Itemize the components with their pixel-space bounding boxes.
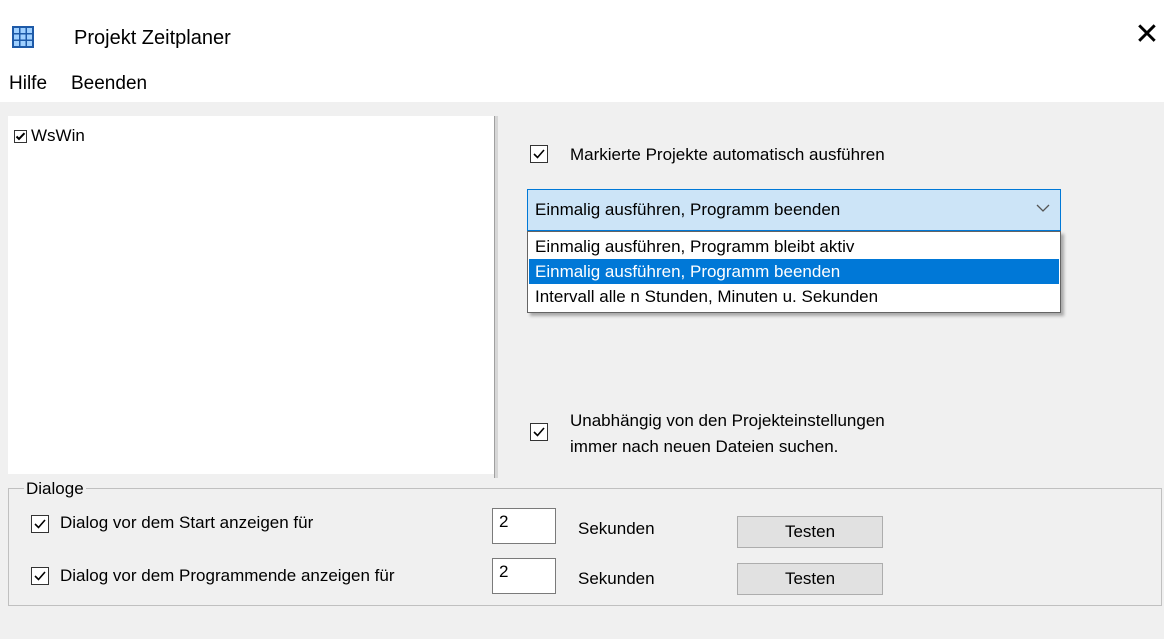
menu-bar: Hilfe Beenden: [0, 64, 1164, 102]
independent-checkbox[interactable]: [530, 423, 548, 441]
tree-item-wswin[interactable]: WsWin: [14, 126, 85, 146]
start-test-button[interactable]: Testen: [737, 516, 883, 548]
title-bar: Projekt Zeitplaner ✕: [0, 0, 1164, 64]
start-seconds-unit: Sekunden: [578, 519, 655, 538]
close-icon[interactable]: ✕: [1132, 20, 1162, 50]
end-dialog-checkbox[interactable]: [31, 567, 49, 585]
run-mode-option[interactable]: Intervall alle n Stunden, Minuten u. Sek…: [529, 284, 1059, 309]
run-mode-option-selected[interactable]: Einmalig ausführen, Programm beenden: [529, 259, 1059, 284]
independent-label-line2: immer nach neuen Dateien suchen.: [570, 437, 839, 456]
project-tree: WsWin: [8, 116, 494, 474]
dialogs-group-title: Dialoge: [24, 479, 86, 499]
start-dialog-label: Dialog vor dem Start anzeigen für: [60, 513, 314, 532]
run-mode-value: Einmalig ausführen, Programm beenden: [535, 200, 841, 219]
menu-item-beenden[interactable]: Beenden: [71, 73, 147, 95]
end-test-button[interactable]: Testen: [737, 563, 883, 595]
menu-item-hilfe[interactable]: Hilfe: [9, 73, 47, 95]
chevron-down-icon: [1036, 200, 1050, 218]
auto-run-checkbox[interactable]: [530, 145, 548, 163]
run-mode-select[interactable]: Einmalig ausführen, Programm beenden: [527, 189, 1061, 231]
start-dialog-checkbox[interactable]: [31, 515, 49, 533]
window-title: Projekt Zeitplaner: [74, 27, 231, 49]
run-mode-dropdown: Einmalig ausführen, Programm bleibt akti…: [527, 231, 1061, 313]
auto-run-label: Markierte Projekte automatisch ausführen: [570, 145, 885, 164]
check-icon[interactable]: [14, 129, 27, 143]
end-seconds-unit: Sekunden: [578, 569, 655, 588]
start-seconds-input[interactable]: 2: [492, 508, 556, 544]
top-strip: [0, 0, 1164, 16]
grid-app-icon: [12, 26, 34, 48]
end-dialog-label: Dialog vor dem Programmende anzeigen für: [60, 566, 395, 585]
end-seconds-input[interactable]: 2: [492, 558, 556, 594]
tree-item-label: WsWin: [31, 126, 85, 145]
independent-label-line1: Unabhängig von den Projekteinstellungen: [570, 411, 885, 430]
run-mode-option[interactable]: Einmalig ausführen, Programm bleibt akti…: [529, 234, 1059, 259]
